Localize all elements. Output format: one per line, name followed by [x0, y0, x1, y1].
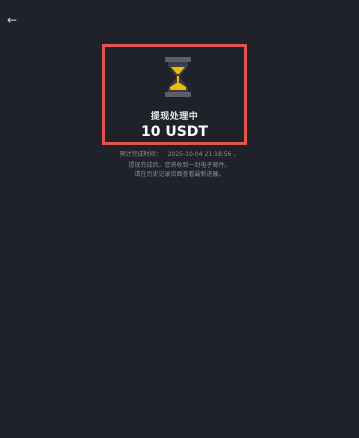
- back-arrow-icon: ←: [6, 13, 18, 27]
- withdrawal-status-card: 提现处理中 10 USDT: [102, 44, 247, 145]
- eta-label: 预计完成时间：: [119, 151, 162, 158]
- back-button[interactable]: ←: [4, 11, 20, 29]
- withdrawal-amount: 10 USDT: [141, 124, 208, 140]
- hourglass-icon: [165, 57, 191, 97]
- notice-line-email: 提现完成后，您将收到一封电子邮件。: [128, 162, 231, 169]
- notice-line-history: 请在历史记录页面查看最新进展。: [134, 171, 225, 178]
- status-title: 提现处理中: [150, 112, 199, 122]
- eta-value: 2025-10-04 21:18:56 。: [167, 151, 240, 158]
- estimated-completion-time: 预计完成时间： 2025-10-04 21:18:56 。: [0, 149, 359, 158]
- notice-text: 提现完成后，您将收到一封电子邮件。 请在历史记录页面查看最新进展。: [0, 161, 359, 179]
